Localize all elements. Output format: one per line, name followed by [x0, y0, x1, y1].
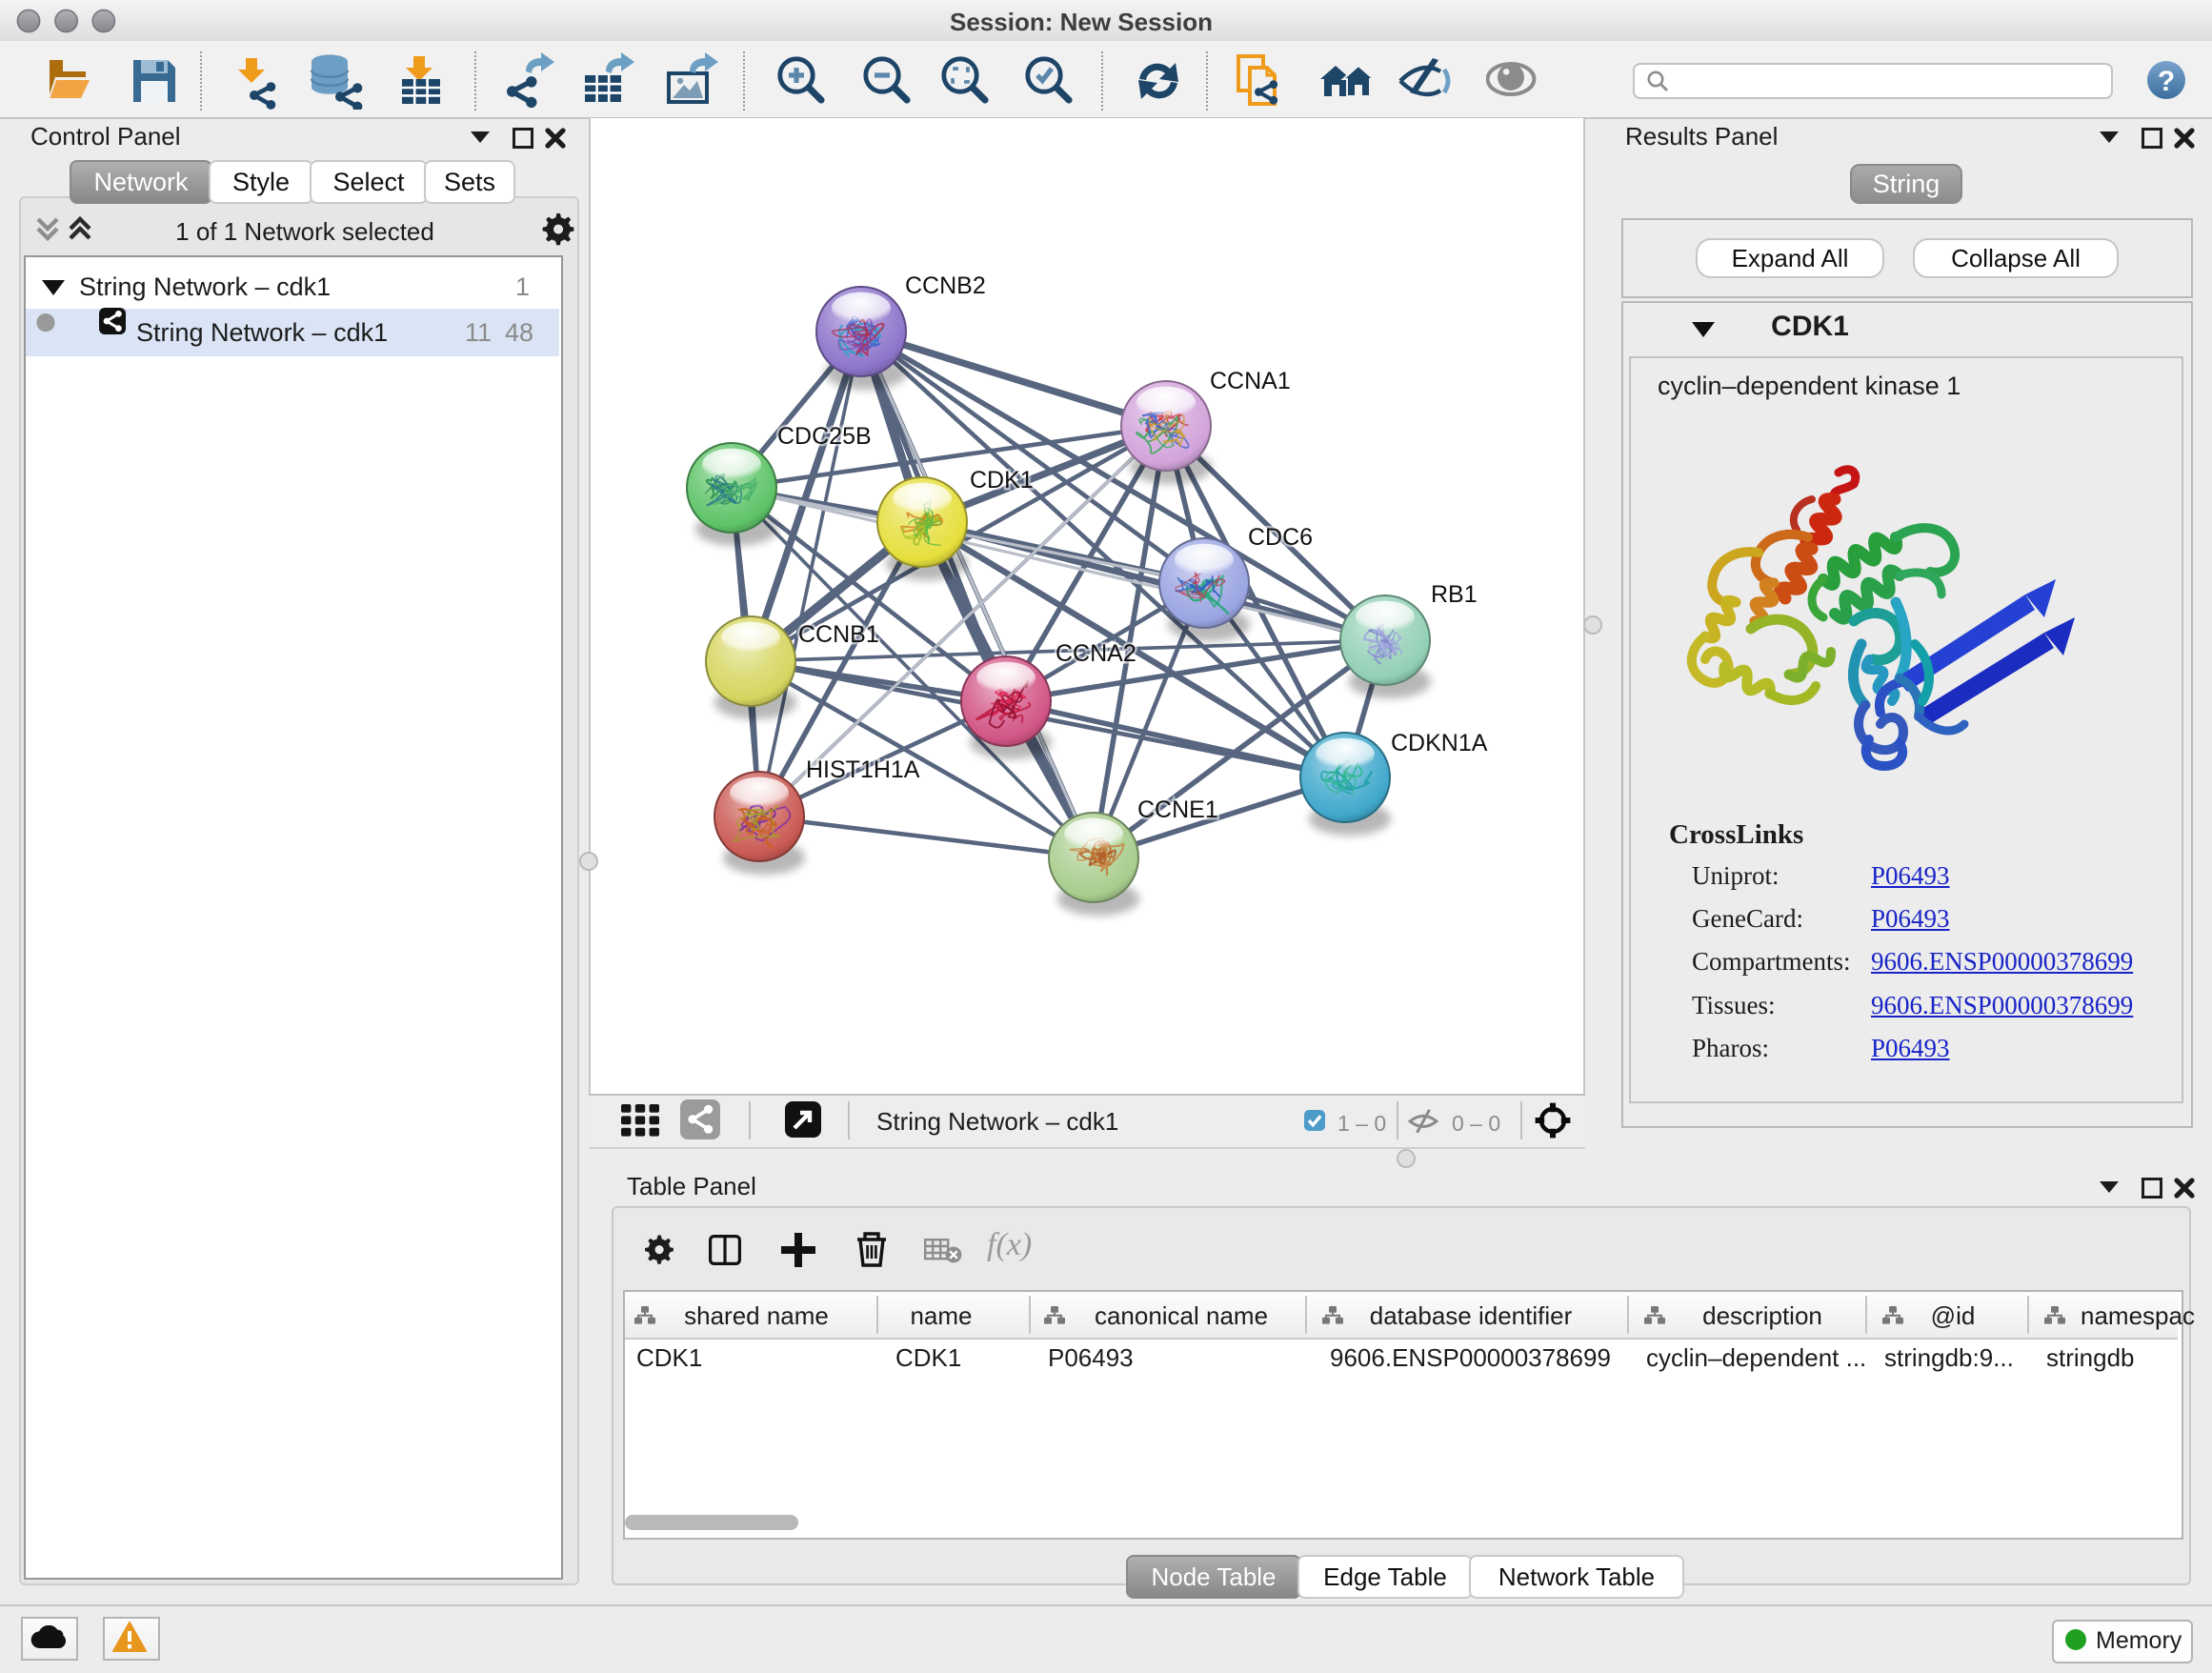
svg-text:CDK1: CDK1 — [970, 467, 1034, 494]
svg-text:CDKN1A: CDKN1A — [1391, 730, 1488, 756]
svg-text:RB1: RB1 — [1431, 581, 1478, 608]
svg-text:CDC6: CDC6 — [1248, 524, 1313, 551]
svg-text:CCNB1: CCNB1 — [798, 621, 879, 648]
svg-text:CCNE1: CCNE1 — [1137, 796, 1218, 823]
svg-text:?: ? — [2158, 66, 2175, 97]
svg-text:CCNA1: CCNA1 — [1210, 368, 1291, 394]
svg-text:CCNA2: CCNA2 — [1056, 640, 1136, 667]
svg-text:CCNB2: CCNB2 — [905, 272, 986, 299]
svg-text:CDC25B: CDC25B — [777, 423, 872, 450]
svg-text:HIST1H1A: HIST1H1A — [806, 756, 920, 783]
